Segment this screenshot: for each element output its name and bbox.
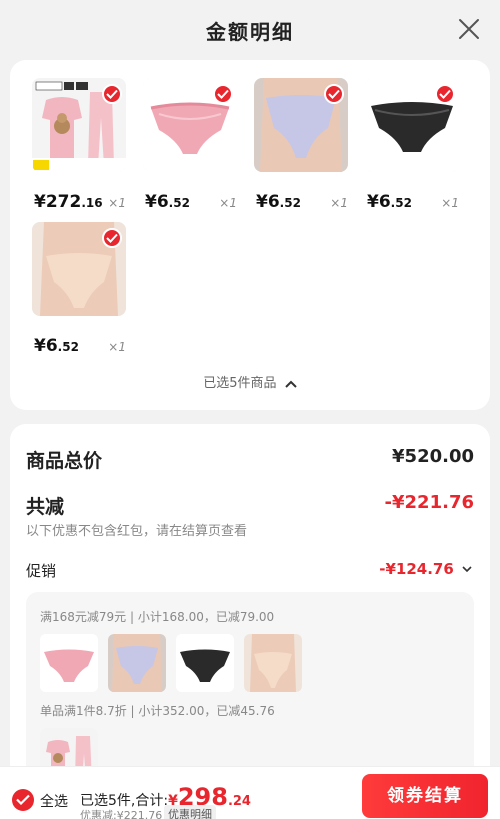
product-thumbnail: [32, 222, 126, 316]
product-quantity: ×1: [108, 196, 126, 210]
promo-value: -¥124.76: [379, 560, 454, 578]
promo-rule-1: 满168元减79元 | 小计168.00，已减79.00: [40, 610, 275, 624]
chevron-down-icon: [462, 566, 472, 573]
select-all-checkbox[interactable]: [12, 789, 34, 811]
selected-check-icon[interactable]: [435, 84, 455, 104]
product-quantity: ×1: [441, 196, 459, 210]
reduce-value: -¥221.76: [384, 492, 474, 513]
product-thumbnail: [32, 78, 126, 172]
product-thumbnail: [143, 78, 237, 172]
select-all-label: 全选: [40, 794, 68, 810]
promo-item-thumbnail: [176, 634, 234, 692]
promo-item-thumbnail: [244, 634, 302, 692]
checkout-bar: 全选 已选5件,合计:¥298.24 优惠减:¥221.76 优惠明细 领券结算: [0, 766, 500, 819]
product-price: ¥272.16: [34, 192, 103, 212]
check-icon: [16, 794, 30, 805]
product-item[interactable]: ¥6.52 ×1: [365, 78, 461, 212]
product-price: ¥6.52: [34, 336, 79, 356]
selected-count-label: 已选5件商品: [203, 376, 277, 391]
product-item[interactable]: ¥6.52 ×1: [143, 78, 239, 212]
product-item[interactable]: ¥272.16 ×1: [32, 78, 128, 212]
product-item[interactable]: ¥6.52 ×1: [32, 222, 128, 356]
selected-check-icon[interactable]: [213, 84, 233, 104]
product-thumbnail: [254, 78, 348, 172]
promo-rule-2: 单品满1件8.7折 | 小计352.00，已减45.76: [40, 704, 275, 718]
amount-detail-sheet: 金额明细 ¥272.16 ×1 ¥6.52 ×1 ¥6.52 ×1 ¥6.52 …: [0, 0, 500, 819]
reduce-note: 以下优惠不包含红包，请在结算页查看: [26, 524, 248, 539]
product-quantity: ×1: [108, 340, 126, 354]
product-list-card: ¥272.16 ×1 ¥6.52 ×1 ¥6.52 ×1 ¥6.52 ×1 ¥6…: [10, 60, 490, 410]
product-price: ¥6.52: [367, 192, 412, 212]
close-icon: [459, 19, 479, 39]
selected-check-icon[interactable]: [102, 84, 122, 104]
price-summary-card: 商品总价 ¥520.00 共减 -¥221.76 以下优惠不包含红包，请在结算页…: [10, 424, 490, 819]
product-quantity: ×1: [219, 196, 237, 210]
reduce-label: 共减: [26, 496, 65, 518]
product-price: ¥6.52: [256, 192, 301, 212]
promo-label: 促销: [26, 562, 57, 580]
product-price: ¥6.52: [145, 192, 190, 212]
sum-decimal: .24: [227, 794, 251, 809]
total-value: ¥520.00: [392, 446, 474, 467]
product-item[interactable]: ¥6.52 ×1: [254, 78, 350, 212]
promo-item-thumbnail: [40, 634, 98, 692]
selected-count-toggle[interactable]: 已选5件商品: [10, 372, 490, 391]
promo-item-thumbnail: [108, 634, 166, 692]
page-title: 金额明细: [206, 20, 294, 44]
saved-amount: 优惠减:¥221.76: [80, 809, 163, 819]
close-button[interactable]: [456, 16, 482, 42]
promo-value-toggle[interactable]: -¥124.76: [379, 560, 472, 578]
chevron-up-icon: [284, 380, 297, 388]
discount-detail-button[interactable]: 优惠明细: [164, 805, 216, 819]
product-quantity: ×1: [330, 196, 348, 210]
checkout-button[interactable]: 领券结算: [362, 774, 488, 818]
header: 金额明细: [0, 0, 500, 60]
selected-check-icon[interactable]: [324, 84, 344, 104]
product-thumbnail: [365, 78, 459, 172]
selected-check-icon[interactable]: [102, 228, 122, 248]
total-label: 商品总价: [26, 450, 103, 472]
